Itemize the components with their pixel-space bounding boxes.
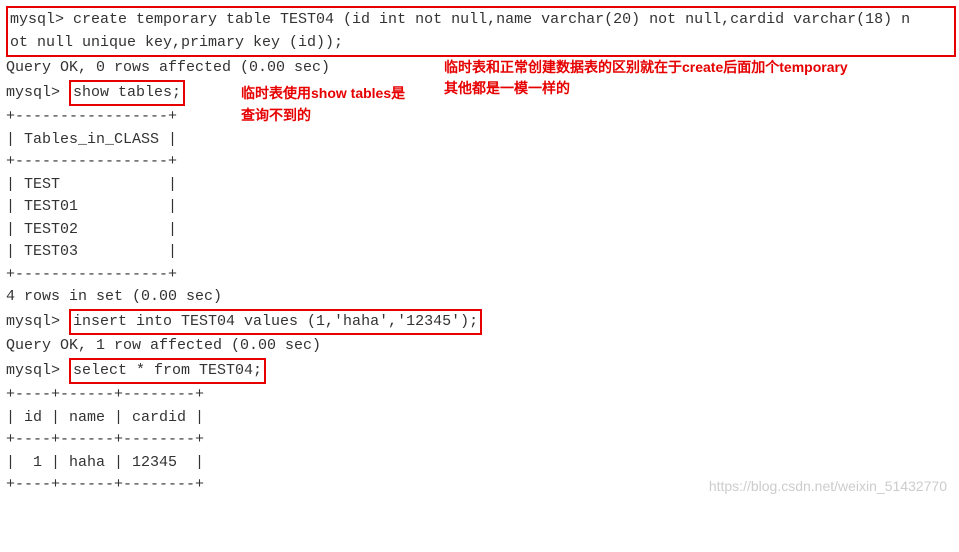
- tables-border-mid: +-----------------+: [6, 151, 953, 174]
- prompt2: mysql>: [6, 84, 69, 101]
- select-box: select * from TEST04;: [69, 358, 266, 385]
- line-insert: mysql> insert into TEST04 values (1,'hah…: [6, 309, 953, 336]
- line-select: mysql> select * from TEST04;: [6, 358, 953, 385]
- create-line1: mysql> create temporary table TEST04 (id…: [10, 9, 950, 32]
- select-header: | id | name | cardid |: [6, 407, 953, 430]
- prompt3: mysql>: [6, 313, 69, 330]
- select-border-mid: +----+------+--------+: [6, 429, 953, 452]
- rows-in-set-4: 4 rows in set (0.00 sec): [6, 286, 953, 309]
- table-row: | TEST01 |: [6, 196, 953, 219]
- table-row: | TEST03 |: [6, 241, 953, 264]
- insert-box: insert into TEST04 values (1,'haha','123…: [69, 309, 482, 336]
- tables-border-bot: +-----------------+: [6, 264, 953, 287]
- watermark: https://blog.csdn.net/weixin_51432770: [709, 476, 947, 497]
- line-insert-result: Query OK, 1 row affected (0.00 sec): [6, 335, 953, 358]
- create-line2: ot null unique key,primary key (id));: [10, 32, 950, 55]
- tables-header: | Tables_in_CLASS |: [6, 129, 953, 152]
- tables-border-top: +-----------------+: [6, 106, 953, 129]
- table-row: | TEST02 |: [6, 219, 953, 242]
- create-table-box: mysql> create temporary table TEST04 (id…: [6, 6, 956, 57]
- line-show-tables: mysql> show tables;: [6, 80, 953, 107]
- note-show-tables: 临时表使用show tables是查询不到的: [241, 82, 411, 127]
- show-tables-box: show tables;: [69, 80, 185, 107]
- select-border-top: +----+------+--------+: [6, 384, 953, 407]
- prompt4: mysql>: [6, 362, 69, 379]
- select-row: | 1 | haha | 12345 |: [6, 452, 953, 475]
- table-row: | TEST |: [6, 174, 953, 197]
